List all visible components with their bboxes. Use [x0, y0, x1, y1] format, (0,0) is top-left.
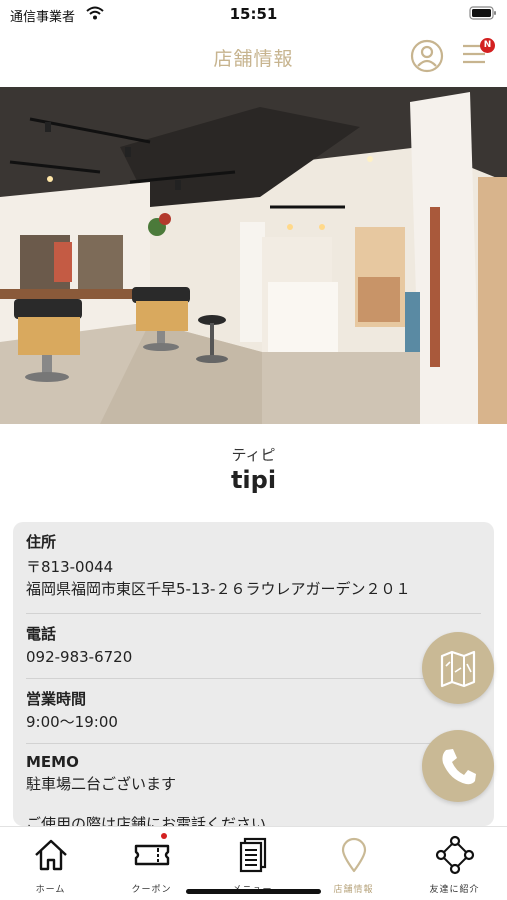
hours-label: 営業時間: [26, 690, 87, 708]
memo-value: 駐車場二台ございます: [26, 775, 177, 793]
tab-label: 友達に紹介: [429, 885, 480, 895]
phone-icon: [442, 749, 476, 785]
app-header: 店舗情報 N: [0, 30, 507, 86]
phone-number[interactable]: 092-983-6720: [26, 646, 481, 668]
map-icon: [440, 650, 476, 688]
postal-code: 〒813-0044: [26, 558, 114, 576]
status-bar: 通信事業者 15:51: [0, 0, 507, 30]
address-line[interactable]: 福岡県福岡市東区千早5-13-２６ラウレアガーデン２０１: [26, 578, 481, 600]
share-icon: [435, 835, 475, 875]
salon-photo: [0, 87, 507, 424]
home-indicator: [186, 889, 321, 894]
document-icon: [239, 837, 267, 873]
home-icon: [35, 839, 67, 871]
phone-label: 電話: [26, 625, 57, 643]
tab-refer-friend[interactable]: 友達に紹介: [404, 827, 505, 900]
address-label: 住所: [26, 533, 57, 551]
address-section: 住所 〒813-0044 福岡県福岡市東区千早5-13-２６ラウレアガーデン２０…: [13, 522, 494, 600]
map-button[interactable]: [422, 632, 494, 704]
map-pin-icon: [341, 837, 367, 873]
clock: 15:51: [229, 5, 278, 23]
account-icon[interactable]: [410, 39, 444, 73]
ticket-icon: [134, 844, 170, 866]
coupon-notification-dot: [161, 833, 167, 839]
salon-name: tipi: [230, 466, 277, 494]
notification-badge: N: [480, 38, 495, 53]
salon-name-kana: ティピ: [231, 446, 276, 464]
tab-home[interactable]: ホーム: [0, 827, 101, 900]
hours-value: 9:00〜19:00: [26, 713, 118, 731]
call-button[interactable]: [422, 730, 494, 802]
memo-label: MEMO: [26, 753, 79, 771]
memo-extra: ご使用の際は店舗にお電話ください: [26, 815, 267, 826]
tab-label: ホーム: [35, 885, 66, 895]
battery-icon: [469, 6, 496, 20]
